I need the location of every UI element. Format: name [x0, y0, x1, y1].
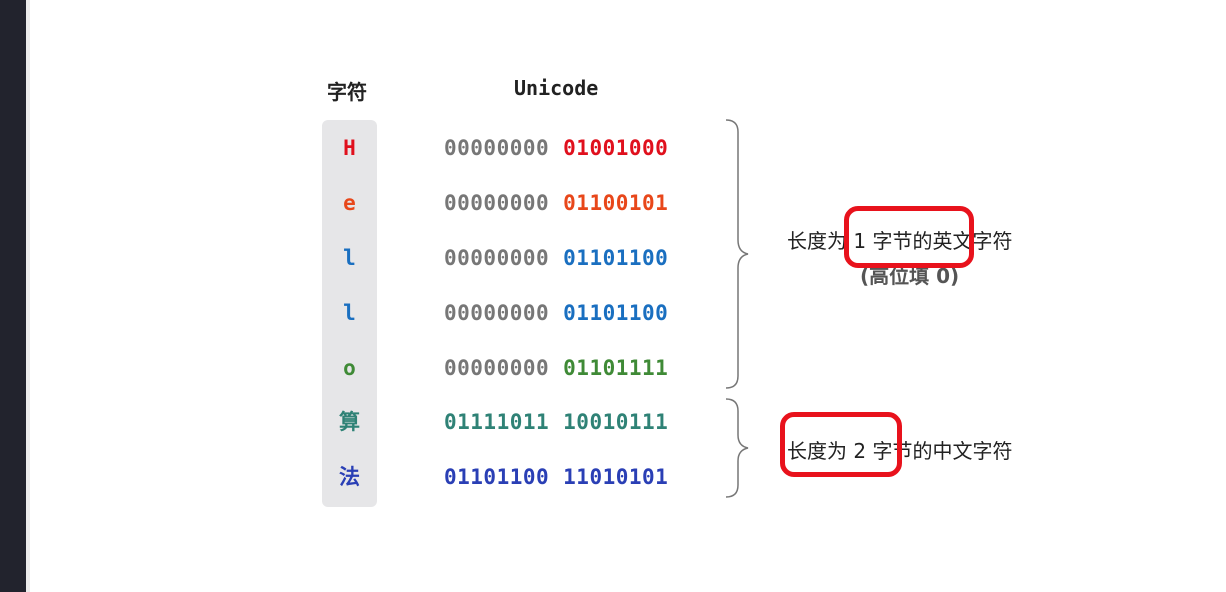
low-byte: 01101100: [563, 246, 669, 270]
low-byte: 11010101: [563, 465, 669, 489]
high-byte: 00000000: [444, 356, 550, 380]
left-sidebar: [0, 0, 26, 592]
unicode-row: 00000000 01101111: [444, 353, 668, 383]
highlight-box-2-bytes: [780, 412, 902, 477]
char-cell: H: [343, 136, 356, 160]
highlight-box-1-byte: [844, 206, 974, 268]
char-cell: e: [343, 191, 356, 215]
high-byte: 01111011: [444, 410, 550, 434]
english-brace: [725, 119, 749, 389]
unicode-row: 00000000 01101100: [444, 298, 668, 328]
unicode-row: 00000000 01001000: [444, 133, 668, 163]
char-cell: 算: [339, 410, 360, 434]
unicode-row: 00000000 01100101: [444, 188, 668, 218]
unicode-row: 00000000 01101100: [444, 243, 668, 273]
chinese-brace: [725, 398, 749, 498]
char-cell: l: [343, 301, 356, 325]
unicode-column-header: Unicode: [514, 76, 599, 100]
low-byte: 01101111: [563, 356, 669, 380]
char-cell: 法: [339, 465, 360, 489]
high-byte: 00000000: [444, 301, 550, 325]
low-byte: 01001000: [563, 136, 669, 160]
high-byte: 00000000: [444, 246, 550, 270]
low-byte: 01101100: [563, 301, 669, 325]
high-byte: 00000000: [444, 191, 550, 215]
high-byte: 00000000: [444, 136, 550, 160]
low-byte: 01100101: [563, 191, 669, 215]
unicode-row: 01111011 10010111: [444, 407, 668, 437]
high-byte: 01101100: [444, 465, 550, 489]
unicode-row: 01101100 11010101: [444, 462, 668, 492]
char-cell: o: [343, 356, 356, 380]
char-column-header: 字符: [327, 80, 367, 104]
low-byte: 10010111: [563, 410, 669, 434]
sidebar-edge: [26, 0, 30, 592]
char-cell: l: [343, 246, 356, 270]
